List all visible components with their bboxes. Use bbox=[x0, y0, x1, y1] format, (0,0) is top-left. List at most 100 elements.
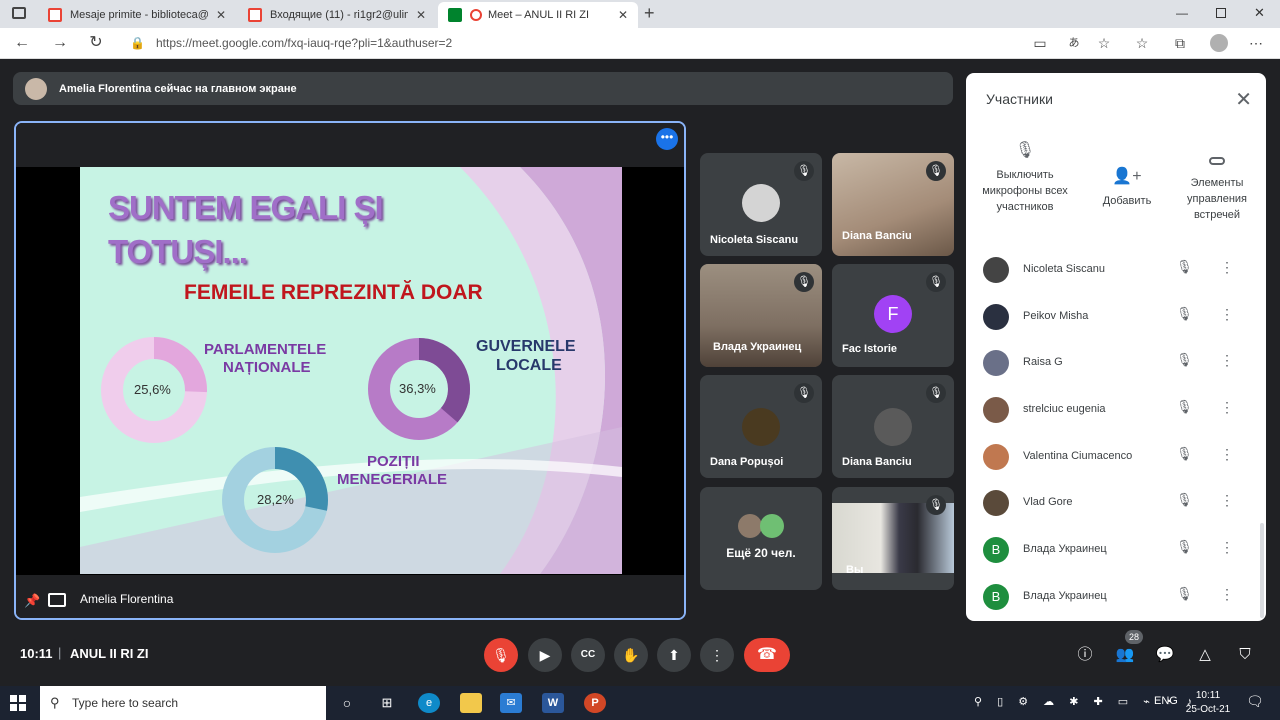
label-local-1: GUVERNELE bbox=[476, 338, 576, 355]
forward-icon[interactable]: → bbox=[48, 32, 72, 54]
main-video[interactable]: ••• SUNTEM EGALI ȘI TOTUȘI... FEMEILE RE… bbox=[14, 121, 686, 620]
cortana-icon[interactable]: ○ bbox=[336, 693, 358, 713]
new-tab-icon[interactable]: + bbox=[644, 3, 655, 24]
address-bar[interactable]: 🔒 https://meet.google.com/fxq-iauq-rqe?p… bbox=[122, 31, 1022, 55]
more-vert-icon[interactable]: ⋮ bbox=[1220, 446, 1234, 463]
close-window-icon[interactable]: ✕ bbox=[1254, 5, 1265, 21]
more-icon[interactable]: ⋯ bbox=[1246, 33, 1266, 53]
participant-row[interactable]: Valentina Ciumacenco 🎙 ⋮ bbox=[966, 434, 1266, 480]
mic-off-icon: 🎙 bbox=[1176, 539, 1193, 554]
participant-row[interactable]: Peikov Misha 🎙 ⋮ bbox=[966, 294, 1266, 340]
back-icon[interactable]: ← bbox=[10, 32, 34, 54]
more-vert-icon[interactable]: ⋮ bbox=[1220, 352, 1234, 369]
minimize-icon[interactable]: — bbox=[1176, 6, 1188, 20]
chat-icon[interactable]: 💬 bbox=[1152, 642, 1178, 668]
participant-row[interactable]: В Влада Украинец 🎙 ⋮ bbox=[966, 574, 1266, 620]
participant-count-badge: 28 bbox=[1125, 630, 1143, 644]
mail-icon[interactable]: ✉ bbox=[500, 693, 522, 713]
powerpoint-icon[interactable]: P bbox=[584, 693, 606, 713]
participant-row[interactable]: В Влада Украинец 🎙 ⋮ bbox=[966, 527, 1266, 573]
tab-gmail-2[interactable]: Входящие (11) - ri1gr2@ulim.m ✕ bbox=[238, 2, 436, 28]
participant-row[interactable]: strelciuc eugenia 🎙 ⋮ bbox=[966, 387, 1266, 433]
tile-diana-2[interactable]: 🎙 Diana Banciu bbox=[832, 375, 954, 478]
close-icon[interactable]: ✕ bbox=[216, 8, 226, 22]
tile-fac-istorie[interactable]: F 🎙 Fac Istorie bbox=[832, 264, 954, 367]
notifications-icon[interactable]: 🗨 bbox=[1246, 693, 1264, 710]
hang-up-button[interactable]: ☎ bbox=[744, 638, 790, 672]
close-icon[interactable]: ✕ bbox=[618, 8, 628, 22]
camera-toggle-button[interactable]: ▶ bbox=[528, 638, 562, 672]
language-indicator[interactable]: ENG bbox=[1154, 695, 1178, 707]
more-vert-icon[interactable]: ⋮ bbox=[1220, 586, 1234, 603]
participant-row[interactable]: Vlad Gore 🎙 ⋮ bbox=[966, 480, 1266, 526]
gmail-icon bbox=[248, 8, 262, 22]
more-options-button[interactable]: ⋮ bbox=[700, 638, 734, 672]
tile-diana-1[interactable]: 🎙 Diana Banciu bbox=[832, 153, 954, 256]
more-options-icon[interactable]: ••• bbox=[656, 128, 678, 150]
meeting-controls-button[interactable]: Элементы управления встречей bbox=[1174, 151, 1260, 223]
tab-meet[interactable]: Meet – ANUL II RI ZI ✕ bbox=[438, 2, 638, 28]
tab-actions-icon[interactable] bbox=[12, 7, 26, 19]
label-positions-2: MENEGERIALE bbox=[337, 471, 448, 488]
restore-icon[interactable] bbox=[1216, 8, 1226, 18]
tile-nicoleta[interactable]: 🎙 Nicoleta Siscanu bbox=[700, 153, 822, 256]
camera-icon[interactable]: ▭ bbox=[1030, 33, 1050, 53]
word-icon[interactable]: W bbox=[542, 693, 564, 713]
add-people-button[interactable]: 👤+ Добавить bbox=[1084, 169, 1170, 209]
browser-tab-bar: Mesaje primite - biblioteca@ulim ✕ Входя… bbox=[0, 0, 1280, 28]
collections-icon[interactable]: ⧉ bbox=[1170, 33, 1190, 53]
more-vert-icon[interactable]: ⋮ bbox=[1220, 306, 1234, 323]
mic-off-icon: 🎙 bbox=[926, 161, 946, 181]
label-positions-1: POZIȚII bbox=[367, 453, 420, 470]
raise-hand-button[interactable]: ✋ bbox=[614, 638, 648, 672]
activities-icon[interactable]: △ bbox=[1192, 642, 1218, 668]
value-parliament: 25,6% bbox=[134, 382, 171, 397]
host-controls-icon[interactable]: ⛉ bbox=[1232, 642, 1258, 668]
profile-avatar[interactable] bbox=[1210, 34, 1228, 52]
favorite-icon[interactable]: ☆ bbox=[1094, 33, 1114, 53]
search-placeholder: Type here to search bbox=[72, 696, 179, 710]
avatar bbox=[742, 184, 780, 222]
mic-off-icon: 🎙 bbox=[794, 383, 814, 403]
more-vert-icon[interactable]: ⋮ bbox=[1220, 539, 1234, 556]
mic-toggle-button[interactable]: 🎙 bbox=[484, 638, 518, 672]
mic-off-icon: 🎙 bbox=[1176, 259, 1193, 274]
avatar bbox=[983, 350, 1009, 376]
mic-off-icon: 🎙 bbox=[1176, 399, 1193, 414]
tile-vlada[interactable]: 🎙 Влада Украинец bbox=[700, 264, 822, 367]
windows-start-icon[interactable] bbox=[10, 695, 26, 711]
participant-row[interactable]: Raisa G 🎙 ⋮ bbox=[966, 340, 1266, 386]
tile-dana[interactable]: 🎙 Dana Popușoi bbox=[700, 375, 822, 478]
tile-name: Dana Popușoi bbox=[710, 456, 784, 468]
close-icon[interactable]: ✕ bbox=[1235, 87, 1252, 112]
taskbar-search-box[interactable]: ⚲ Type here to search bbox=[40, 686, 326, 720]
participants-panel: Участники ✕ 🎙 Выключить микрофоны всех у… bbox=[966, 73, 1266, 621]
refresh-icon[interactable]: ↻ bbox=[84, 32, 108, 54]
task-view-icon[interactable]: ⊞ bbox=[376, 693, 398, 713]
mic-off-icon: 🎙 bbox=[1176, 352, 1193, 367]
more-vert-icon[interactable]: ⋮ bbox=[1220, 399, 1234, 416]
tile-self[interactable]: 🎙 Вы bbox=[832, 487, 954, 590]
favorites-icon[interactable]: ☆ bbox=[1132, 33, 1152, 53]
people-icon[interactable]: 👥 bbox=[1112, 642, 1138, 668]
more-vert-icon[interactable]: ⋮ bbox=[1220, 492, 1234, 509]
mute-all-button[interactable]: 🎙 Выключить микрофоны всех участников bbox=[982, 143, 1068, 215]
tile-more-participants[interactable]: Ещё 20 чел. bbox=[700, 487, 822, 590]
participant-row[interactable]: Nicoleta Siscanu 🎙 ⋮ bbox=[966, 247, 1266, 293]
info-icon[interactable]: ⓘ bbox=[1072, 642, 1098, 668]
search-icon: ⚲ bbox=[50, 695, 60, 710]
more-vert-icon[interactable]: ⋮ bbox=[1220, 259, 1234, 276]
file-explorer-icon[interactable] bbox=[460, 693, 482, 713]
present-button[interactable]: ⬆ bbox=[657, 638, 691, 672]
taskbar-clock[interactable]: 10:11 25-Oct-21 bbox=[1178, 689, 1238, 717]
pin-icon[interactable]: 📌 bbox=[24, 593, 40, 609]
avatar bbox=[760, 514, 784, 538]
panel-scrollbar[interactable] bbox=[1260, 523, 1264, 618]
mic-off-icon: 🎙 bbox=[926, 272, 946, 292]
tab-gmail-1[interactable]: Mesaje primite - biblioteca@ulim ✕ bbox=[38, 2, 236, 28]
avatar bbox=[983, 304, 1009, 330]
translate-icon[interactable]: あ bbox=[1064, 33, 1084, 53]
close-icon[interactable]: ✕ bbox=[416, 8, 426, 22]
captions-button[interactable]: CC bbox=[571, 638, 605, 672]
edge-icon[interactable]: e bbox=[418, 693, 440, 713]
